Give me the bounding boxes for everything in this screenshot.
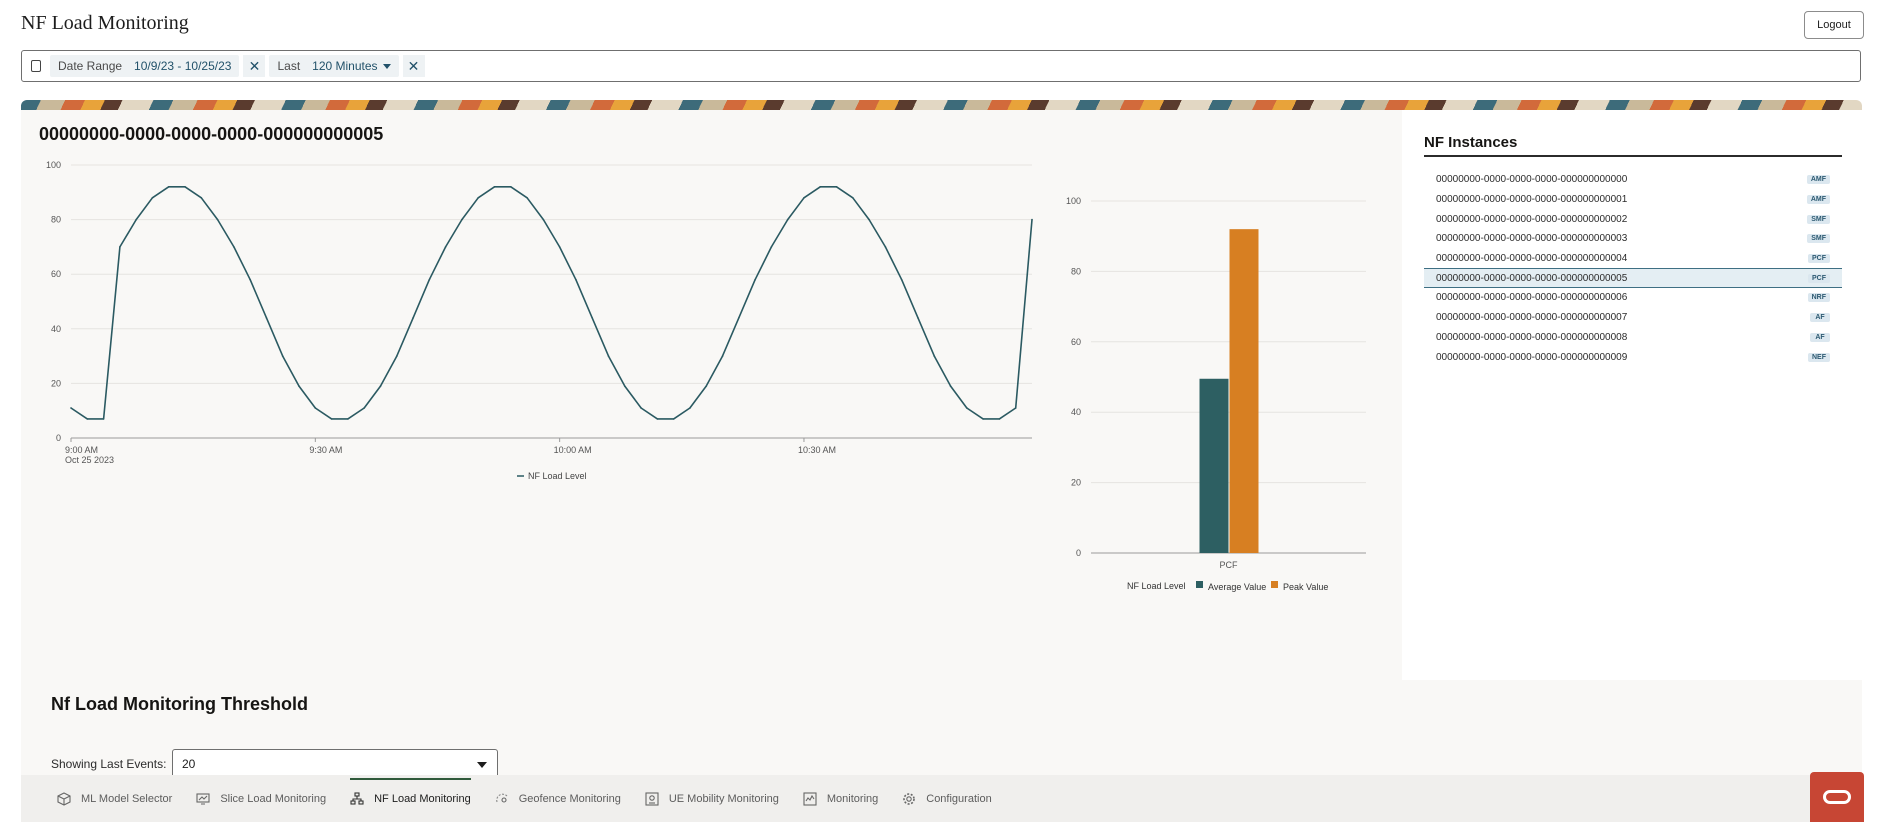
nf-type-badge: SMF bbox=[1807, 234, 1830, 244]
x-tick-label: PCF bbox=[1220, 560, 1239, 570]
cube-icon bbox=[57, 791, 71, 806]
network-icon bbox=[350, 791, 364, 805]
nf-instances-title: NF Instances bbox=[1424, 134, 1518, 151]
nf-type-badge: AMF bbox=[1806, 195, 1830, 205]
nav-item-label: Slice Load Monitoring bbox=[220, 792, 327, 805]
nf-type-badge: NEF bbox=[1808, 352, 1830, 362]
y-tick-label: 40 bbox=[1071, 407, 1081, 417]
nf-instance-row[interactable]: 00000000-0000-0000-0000-000000000009 NEF bbox=[1424, 347, 1842, 367]
nf-instance-id: 00000000-0000-0000-0000-000000000000 bbox=[1436, 174, 1628, 186]
y-tick-label: 80 bbox=[1071, 266, 1081, 276]
nf-instance-row[interactable]: 00000000-0000-0000-0000-000000000003 SMF bbox=[1424, 229, 1842, 249]
bar-chart: 0 20 40 60 80 100 PCF NF Load Level Average Valu… bbox=[1066, 196, 1366, 592]
monitor-chart-icon bbox=[196, 792, 210, 805]
monitoring-icon bbox=[803, 791, 817, 806]
nf-type-badge: AMF bbox=[1806, 175, 1830, 185]
nf-instance-id: 00000000-0000-0000-0000-000000000009 bbox=[1436, 351, 1628, 363]
nf-type-badge: PCF bbox=[1808, 273, 1830, 283]
legend-title: NF Load Level bbox=[1127, 581, 1186, 591]
nf-type-badge: AF bbox=[1810, 332, 1830, 342]
nf-instance-id: 00000000-0000-0000-0000-000000000004 bbox=[1436, 253, 1628, 265]
nf-instance-row[interactable]: 00000000-0000-0000-0000-000000000001 AMF bbox=[1424, 190, 1842, 210]
logout-button[interactable]: Logout bbox=[1804, 11, 1864, 39]
legend-swatch bbox=[1271, 581, 1278, 588]
legend-swatch bbox=[1196, 581, 1203, 588]
showing-last-events-value: 20 bbox=[182, 757, 196, 771]
bar-average-value bbox=[1199, 378, 1229, 553]
chevron-down-icon bbox=[477, 762, 487, 768]
geofence-icon bbox=[495, 793, 508, 803]
nav-item-monitoring[interactable]: Monitoring bbox=[803, 775, 878, 822]
y-tick-label: 0 bbox=[1076, 548, 1081, 558]
oracle-logo-button[interactable] bbox=[1810, 772, 1864, 822]
nav-item-label: UE Mobility Monitoring bbox=[668, 792, 779, 805]
threshold-title: Nf Load Monitoring Threshold bbox=[51, 694, 308, 714]
nav-item-ue-mobility-monitoring[interactable]: UE Mobility Monitoring bbox=[645, 775, 779, 822]
nf-type-badge: SMF bbox=[1807, 214, 1830, 224]
nf-type-badge: AF bbox=[1810, 313, 1830, 323]
nf-instances-list: 00000000-0000-0000-0000-000000000000 AMF 0… bbox=[1424, 170, 1842, 367]
nf-instance-id: 00000000-0000-0000-0000-000000000005 bbox=[1436, 272, 1628, 284]
nav-item-configuration[interactable]: Configuration bbox=[902, 775, 992, 822]
y-tick-label: 20 bbox=[1071, 478, 1081, 488]
nav-item-geofence-monitoring[interactable]: Geofence Monitoring bbox=[495, 775, 621, 822]
nf-instances-divider bbox=[1424, 155, 1842, 157]
nf-instance-row[interactable]: 00000000-0000-0000-0000-000000000008 AF bbox=[1424, 328, 1842, 348]
bar-peak-value bbox=[1229, 229, 1259, 553]
nav-item-label: Monitoring bbox=[826, 792, 879, 805]
showing-last-events-label: Showing Last Events: bbox=[51, 757, 167, 771]
legend-label: Peak Value bbox=[1283, 582, 1328, 592]
nf-instance-row[interactable]: 00000000-0000-0000-0000-000000000000 AMF bbox=[1424, 170, 1842, 190]
nf-instance-row[interactable]: 00000000-0000-0000-0000-000000000004 PCF bbox=[1424, 249, 1842, 269]
oracle-logo-icon bbox=[1823, 790, 1851, 804]
mobility-icon bbox=[645, 791, 659, 806]
nf-instance-id: 00000000-0000-0000-0000-000000000006 bbox=[1436, 292, 1628, 304]
legend-label: Average Value bbox=[1208, 582, 1266, 592]
nf-instance-row[interactable]: 00000000-0000-0000-0000-000000000007 AF bbox=[1424, 308, 1842, 328]
nf-instance-id: 00000000-0000-0000-0000-000000000003 bbox=[1436, 233, 1628, 245]
nf-instance-id: 00000000-0000-0000-0000-000000000002 bbox=[1436, 213, 1628, 225]
nav-item-ml-model-selector[interactable]: ML Model Selector bbox=[57, 775, 172, 822]
nf-instance-row[interactable]: 00000000-0000-0000-0000-000000000006 NRF bbox=[1424, 288, 1842, 308]
nav-item-label: NF Load Monitoring bbox=[374, 792, 471, 805]
nf-type-badge: NRF bbox=[1807, 293, 1830, 303]
y-tick-label: 60 bbox=[1071, 337, 1081, 347]
y-tick-label: 100 bbox=[1066, 196, 1081, 206]
nav-item-label: Geofence Monitoring bbox=[518, 792, 621, 805]
nf-instance-row[interactable]: 00000000-0000-0000-0000-000000000002 SMF bbox=[1424, 209, 1842, 229]
gear-icon bbox=[903, 792, 916, 805]
nf-instance-row[interactable]: 00000000-0000-0000-0000-000000000005 PCF bbox=[1424, 268, 1842, 289]
bottom-navigation: ML Model Selector Slice Load Monitoring NF… bbox=[21, 775, 1811, 822]
nav-item-slice-load-monitoring[interactable]: Slice Load Monitoring bbox=[196, 775, 326, 822]
nf-type-badge: PCF bbox=[1808, 254, 1830, 264]
nav-item-label: Configuration bbox=[926, 792, 992, 805]
nf-instance-id: 00000000-0000-0000-0000-000000000007 bbox=[1436, 312, 1628, 324]
nf-instance-id: 00000000-0000-0000-0000-000000000001 bbox=[1436, 194, 1628, 206]
nf-instance-id: 00000000-0000-0000-0000-000000000008 bbox=[1436, 331, 1628, 343]
nav-item-label: ML Model Selector bbox=[81, 792, 173, 805]
nav-item-nf-load-monitoring[interactable]: NF Load Monitoring bbox=[350, 775, 471, 822]
